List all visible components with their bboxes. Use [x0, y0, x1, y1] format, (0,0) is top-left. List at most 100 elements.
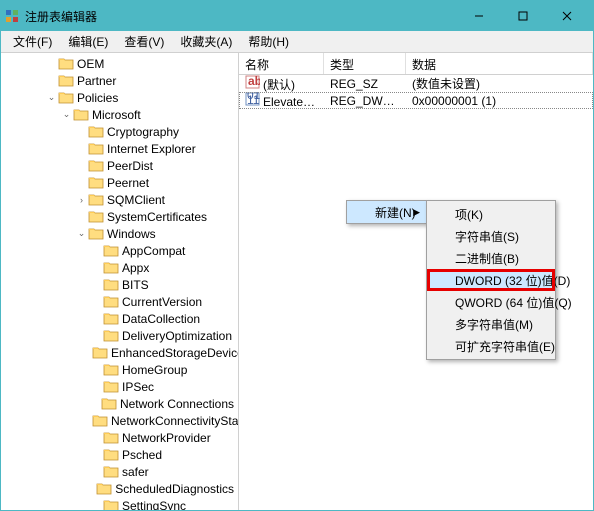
- folder-icon: [103, 448, 119, 462]
- tree-node[interactable]: BITS: [1, 276, 238, 293]
- folder-icon: [103, 295, 119, 309]
- column-name[interactable]: 名称: [239, 53, 324, 74]
- folder-icon: [103, 278, 119, 292]
- maximize-button[interactable]: [501, 1, 545, 31]
- expander-empty: [91, 364, 102, 375]
- tree-node[interactable]: NetworkConnectivityStatusIndicator: [1, 412, 238, 429]
- tree-node-label: DataCollection: [122, 312, 200, 326]
- tree-node[interactable]: ⌄Microsoft: [1, 106, 238, 123]
- folder-icon: [103, 261, 119, 275]
- minimize-button[interactable]: [457, 1, 501, 31]
- tree-node-label: NetworkConnectivityStatusIndicator: [111, 414, 239, 428]
- tree-node-label: Partner: [77, 74, 116, 88]
- expander-empty: [91, 483, 95, 494]
- tree-node[interactable]: safer: [1, 463, 238, 480]
- chevron-down-icon[interactable]: ⌄: [76, 228, 87, 239]
- expander-empty: [46, 75, 57, 86]
- ctx-item-new[interactable]: 新建(N) ▶: [347, 201, 426, 223]
- tree-node[interactable]: PeerDist: [1, 157, 238, 174]
- folder-icon: [88, 210, 104, 224]
- tree-node-label: Policies: [77, 91, 118, 105]
- tree-node-label: IPSec: [122, 380, 154, 394]
- tree-node[interactable]: ScheduledDiagnostics: [1, 480, 238, 497]
- context-menu-new-submenu: 项(K)字符串值(S)二进制值(B)DWORD (32 位)值(D)QWORD …: [426, 200, 556, 360]
- tree-node-label: BITS: [122, 278, 149, 292]
- list-row[interactable]: (默认)REG_SZ(数值未设置): [239, 75, 593, 92]
- folder-icon: [88, 227, 104, 241]
- tree-node[interactable]: HomeGroup: [1, 361, 238, 378]
- tree-node[interactable]: Cryptography: [1, 123, 238, 140]
- expander-empty: [91, 398, 100, 409]
- ctx-item[interactable]: 可扩充字符串值(E): [427, 335, 555, 357]
- cell-name: (默认): [239, 75, 324, 93]
- close-button[interactable]: [545, 1, 589, 31]
- folder-icon: [92, 414, 108, 428]
- folder-icon: [103, 380, 119, 394]
- tree-node-label: SettingSync: [122, 499, 186, 511]
- tree-node[interactable]: IPSec: [1, 378, 238, 395]
- context-menu-primary: 新建(N) ▶: [346, 200, 427, 224]
- ctx-item[interactable]: 字符串值(S): [427, 225, 555, 247]
- tree-node[interactable]: SystemCertificates: [1, 208, 238, 225]
- list-header: 名称 类型 数据: [239, 53, 593, 75]
- tree-panel[interactable]: OEM Partner ⌄ Policies⌄Microsoft Cryptograph…: [1, 53, 239, 510]
- menu-item[interactable]: 帮助(H): [240, 31, 297, 52]
- tree-node[interactable]: Network Connections: [1, 395, 238, 412]
- folder-icon: [58, 91, 74, 105]
- menu-item[interactable]: 编辑(E): [60, 31, 116, 52]
- menu-item[interactable]: 查看(V): [116, 31, 172, 52]
- titlebar[interactable]: 注册表编辑器: [1, 1, 593, 31]
- tree-node-label: OEM: [77, 57, 104, 71]
- column-data[interactable]: 数据: [406, 53, 593, 74]
- ctx-item[interactable]: 多字符串值(M): [427, 313, 555, 335]
- chevron-down-icon[interactable]: ⌄: [61, 109, 72, 120]
- tree-node[interactable]: SettingSync: [1, 497, 238, 510]
- ctx-item[interactable]: 项(K): [427, 203, 555, 225]
- expander-empty: [91, 466, 102, 477]
- registry-editor-window: 注册表编辑器 文件(F)编辑(E)查看(V)收藏夹(A)帮助(H) OEM Par…: [0, 0, 594, 511]
- chevron-right-icon[interactable]: ›: [76, 194, 87, 205]
- tree-node[interactable]: DataCollection: [1, 310, 238, 327]
- tree-node[interactable]: Internet Explorer: [1, 140, 238, 157]
- cell-type: REG_SZ: [324, 77, 406, 91]
- tree-node[interactable]: Peernet: [1, 174, 238, 191]
- folder-icon: [88, 193, 104, 207]
- folder-icon: [101, 397, 117, 411]
- list-row[interactable]: ElevateNonAd...REG_DWORD0x00000001 (1): [239, 92, 593, 109]
- tree-node-label: AppCompat: [122, 244, 185, 258]
- column-type[interactable]: 类型: [324, 53, 406, 74]
- ctx-item[interactable]: DWORD (32 位)值(D): [427, 269, 555, 291]
- expander-empty: [91, 432, 102, 443]
- menu-item[interactable]: 文件(F): [5, 31, 60, 52]
- tree-node-label: DeliveryOptimization: [122, 329, 232, 343]
- tree-node[interactable]: ⌄Windows: [1, 225, 238, 242]
- menu-item[interactable]: 收藏夹(A): [172, 31, 240, 52]
- submenu-arrow-icon: ▶: [413, 207, 420, 218]
- tree-node-label: Cryptography: [107, 125, 179, 139]
- tree-node[interactable]: ›SQMClient: [1, 191, 238, 208]
- ctx-item[interactable]: QWORD (64 位)值(Q): [427, 291, 555, 313]
- tree-node-label: SystemCertificates: [107, 210, 207, 224]
- expander-empty: [91, 245, 102, 256]
- folder-icon: [88, 159, 104, 173]
- tree-node[interactable]: ⌄ Policies: [1, 89, 238, 106]
- tree-node[interactable]: Psched: [1, 446, 238, 463]
- expander-empty: [91, 330, 102, 341]
- tree-node[interactable]: AppCompat: [1, 242, 238, 259]
- tree-node-label: safer: [122, 465, 149, 479]
- tree-node[interactable]: OEM: [1, 55, 238, 72]
- tree-node[interactable]: NetworkProvider: [1, 429, 238, 446]
- tree-node-label: Internet Explorer: [107, 142, 196, 156]
- expander-empty: [91, 296, 102, 307]
- expander-empty: [76, 160, 87, 171]
- folder-icon: [103, 312, 119, 326]
- tree-node[interactable]: DeliveryOptimization: [1, 327, 238, 344]
- chevron-down-icon[interactable]: ⌄: [46, 92, 57, 103]
- tree-node[interactable]: Partner: [1, 72, 238, 89]
- tree-node[interactable]: CurrentVersion: [1, 293, 238, 310]
- expander-empty: [46, 58, 57, 69]
- tree-node[interactable]: EnhancedStorageDevices: [1, 344, 238, 361]
- ctx-item[interactable]: 二进制值(B): [427, 247, 555, 269]
- tree-node[interactable]: Appx: [1, 259, 238, 276]
- expander-empty: [76, 177, 87, 188]
